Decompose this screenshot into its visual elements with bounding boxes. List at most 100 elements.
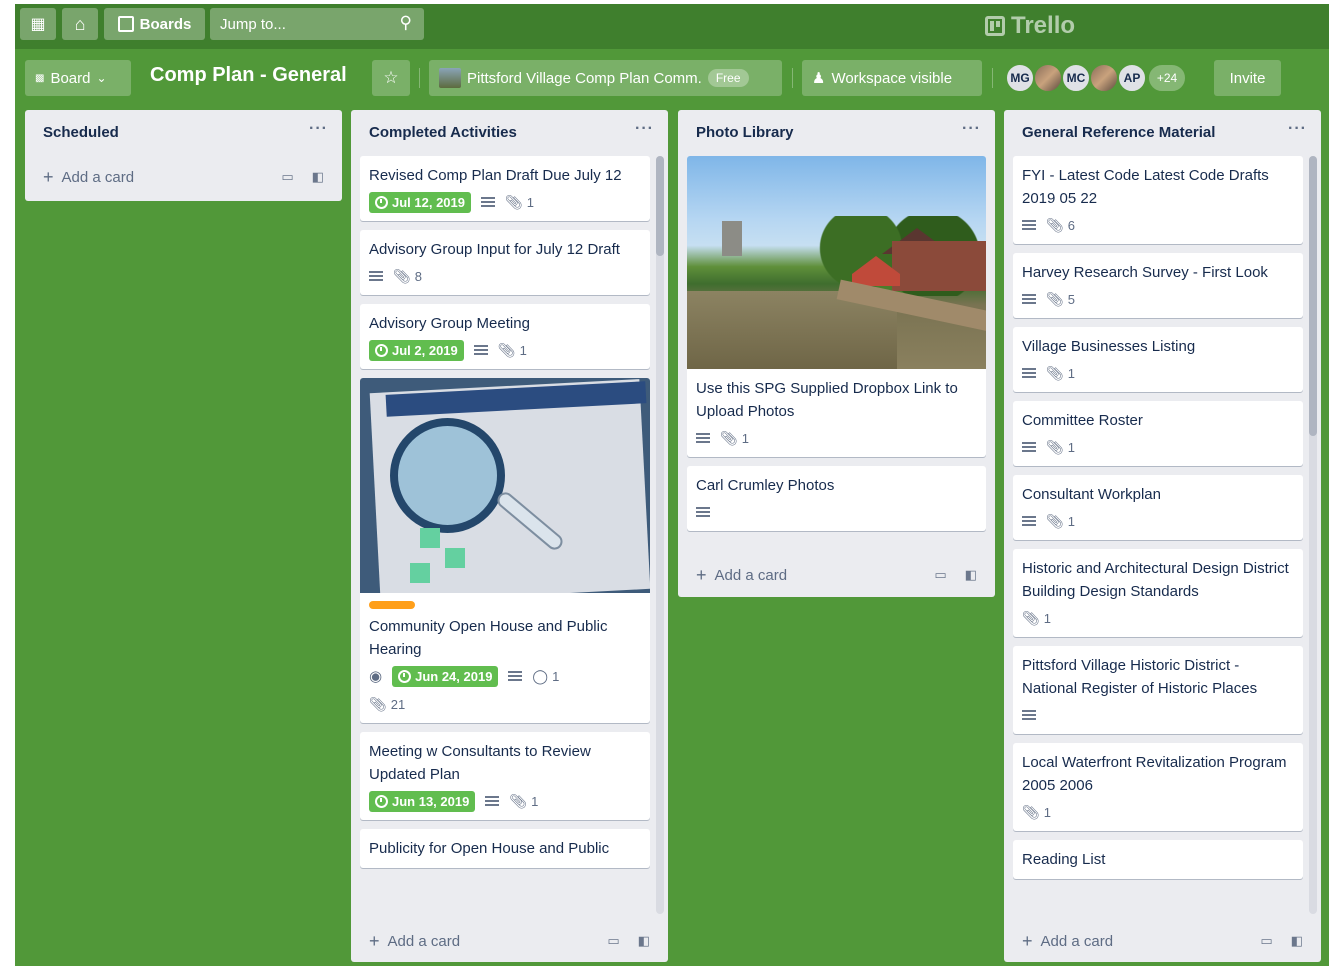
card-title: Use this SPG Supplied Dropbox Link to Up…	[696, 380, 958, 420]
list-title-text: Scheduled	[43, 124, 119, 141]
star-icon: ☆	[383, 68, 399, 87]
camera-icon[interactable]: ▭	[607, 933, 619, 949]
description-icon	[508, 671, 523, 681]
people-icon: ♟	[812, 70, 826, 87]
app-switcher-button[interactable]: ▦	[20, 8, 56, 40]
visibility-label: Workspace visible	[831, 69, 953, 87]
due-date-text: Jun 13, 2019	[392, 793, 470, 809]
card[interactable]: Pittsford Village Historic District - Na…	[1013, 646, 1303, 734]
workspace-button[interactable]: Pittsford Village Comp Plan Comm. Free	[429, 60, 782, 96]
attachment-icon: 📎︎	[1022, 609, 1040, 626]
comment-count: 1	[552, 668, 560, 684]
card[interactable]: Community Open House and Public Hearing …	[360, 378, 650, 723]
card-list: Revised Comp Plan Draft Due July 12 Jul …	[360, 156, 650, 914]
due-date-text: Jul 2, 2019	[392, 342, 458, 358]
card[interactable]: Advisory Group Meeting Jul 2, 2019 📎︎ 1	[360, 304, 650, 369]
list-menu-icon[interactable]: ···	[962, 120, 981, 138]
attachment-icon: 📎︎	[393, 267, 411, 284]
add-card-button[interactable]: + Add a card ▭ ◧	[696, 562, 977, 588]
due-date-badge[interactable]: Jun 24, 2019	[392, 665, 499, 687]
list-title[interactable]: Completed Activities ···	[351, 110, 668, 150]
template-icon[interactable]: ◧	[312, 169, 324, 185]
card[interactable]: Consultant Workplan 📎︎ 1	[1013, 475, 1303, 540]
camera-icon[interactable]: ▭	[281, 169, 293, 185]
attachment-count: 1	[531, 793, 539, 809]
list-menu-icon[interactable]: ···	[635, 120, 654, 138]
card[interactable]: Historic and Architectural Design Distri…	[1013, 549, 1303, 637]
list-scrollbar[interactable]	[656, 156, 664, 914]
card[interactable]: Local Waterfront Revitalization Program …	[1013, 743, 1303, 831]
add-card-button[interactable]: + Add a card ▭ ◧	[369, 928, 650, 954]
visibility-button[interactable]: ♟ Workspace visible	[802, 60, 982, 96]
logo-text: Trello	[1011, 12, 1076, 39]
description-icon	[1022, 710, 1036, 720]
add-card-label: Add a card	[61, 168, 135, 186]
board-view-switcher[interactable]: ▩ Board ⌄	[25, 60, 131, 96]
plus-icon: +	[1022, 930, 1033, 951]
divider	[419, 68, 420, 88]
card[interactable]: Carl Crumley Photos	[687, 466, 986, 531]
attachment-icon: 📎︎	[720, 429, 738, 446]
add-card-button[interactable]: + Add a card ▭ ◧	[1022, 928, 1303, 954]
card-title: Harvey Research Survey - First Look	[1022, 264, 1268, 281]
camera-icon[interactable]: ▭	[934, 567, 946, 583]
trello-logo[interactable]: Trello	[985, 12, 1075, 40]
attachment-icon: 📎︎	[369, 695, 387, 712]
card[interactable]: Meeting w Consultants to Review Updated …	[360, 732, 650, 820]
card[interactable]: Reading List	[1013, 840, 1303, 879]
list-title[interactable]: Photo Library ···	[678, 110, 995, 150]
plus-icon: +	[43, 166, 54, 187]
card[interactable]: Village Businesses Listing 📎︎ 1	[1013, 327, 1303, 392]
list-completed-activities: Completed Activities ··· Revised Comp Pl…	[351, 110, 668, 962]
due-date-badge[interactable]: Jul 2, 2019	[369, 339, 464, 361]
card-title: Advisory Group Input for July 12 Draft	[369, 241, 620, 258]
attachment-icon: 📎︎	[497, 341, 516, 358]
card-label[interactable]	[369, 601, 415, 609]
member-avatar[interactable]: MG	[1005, 63, 1035, 93]
due-date-badge[interactable]: Jun 13, 2019	[369, 790, 476, 812]
card-list: FYI - Latest Code Latest Code Drafts 201…	[1013, 156, 1303, 914]
home-icon: ⌂	[74, 13, 86, 34]
template-icon[interactable]: ◧	[638, 933, 650, 949]
camera-icon[interactable]: ▭	[1260, 933, 1272, 949]
clock-icon	[375, 794, 388, 808]
list-scrollbar[interactable]	[1309, 156, 1317, 914]
due-date-badge[interactable]: Jul 12, 2019	[369, 191, 471, 213]
invite-button[interactable]: Invite	[1214, 60, 1281, 96]
member-avatar-photo[interactable]	[1033, 63, 1063, 93]
clock-icon	[398, 669, 412, 683]
trello-logo-icon	[985, 16, 1005, 36]
card[interactable]: FYI - Latest Code Latest Code Drafts 201…	[1013, 156, 1303, 244]
template-icon[interactable]: ◧	[965, 567, 977, 583]
list-title[interactable]: Scheduled ···	[25, 110, 342, 150]
boards-button[interactable]: Boards	[104, 8, 205, 40]
template-icon[interactable]: ◧	[1291, 933, 1303, 949]
card[interactable]: Advisory Group Input for July 12 Draft 📎…	[360, 230, 650, 295]
card[interactable]: Committee Roster 📎︎ 1	[1013, 401, 1303, 466]
clock-icon	[375, 195, 388, 209]
add-card-button[interactable]: + Add a card ▭ ◧	[43, 164, 324, 190]
attachment-count: 1	[1043, 610, 1052, 626]
card-title: Meeting w Consultants to Review Updated …	[369, 743, 591, 783]
list-photo-library: Photo Library ··· Use this SPG Supplied …	[678, 110, 995, 597]
home-button[interactable]: ⌂	[62, 8, 98, 40]
divider	[792, 68, 793, 88]
clock-icon	[375, 343, 388, 357]
list-menu-icon[interactable]: ···	[1288, 120, 1307, 138]
list-menu-icon[interactable]: ···	[309, 120, 328, 138]
attachment-icon: 📎︎	[1046, 364, 1064, 381]
member-avatar-photo[interactable]	[1089, 63, 1119, 93]
card[interactable]: Revised Comp Plan Draft Due July 12 Jul …	[360, 156, 650, 221]
more-members-button[interactable]: +24	[1147, 63, 1187, 93]
card[interactable]: Use this SPG Supplied Dropbox Link to Up…	[687, 156, 986, 457]
search-input[interactable]: Jump to... ⚲	[210, 8, 424, 40]
description-icon	[696, 433, 710, 443]
card[interactable]: Harvey Research Survey - First Look 📎︎ 5	[1013, 253, 1303, 318]
card[interactable]: Publicity for Open House and Public	[360, 829, 650, 868]
member-avatar[interactable]: AP	[1117, 63, 1147, 93]
member-avatar[interactable]: MC	[1061, 63, 1091, 93]
board-title[interactable]: Comp Plan - General	[150, 64, 347, 87]
plus-icon: +	[369, 930, 380, 951]
list-title[interactable]: General Reference Material ···	[1004, 110, 1321, 150]
star-button[interactable]: ☆	[372, 60, 410, 96]
